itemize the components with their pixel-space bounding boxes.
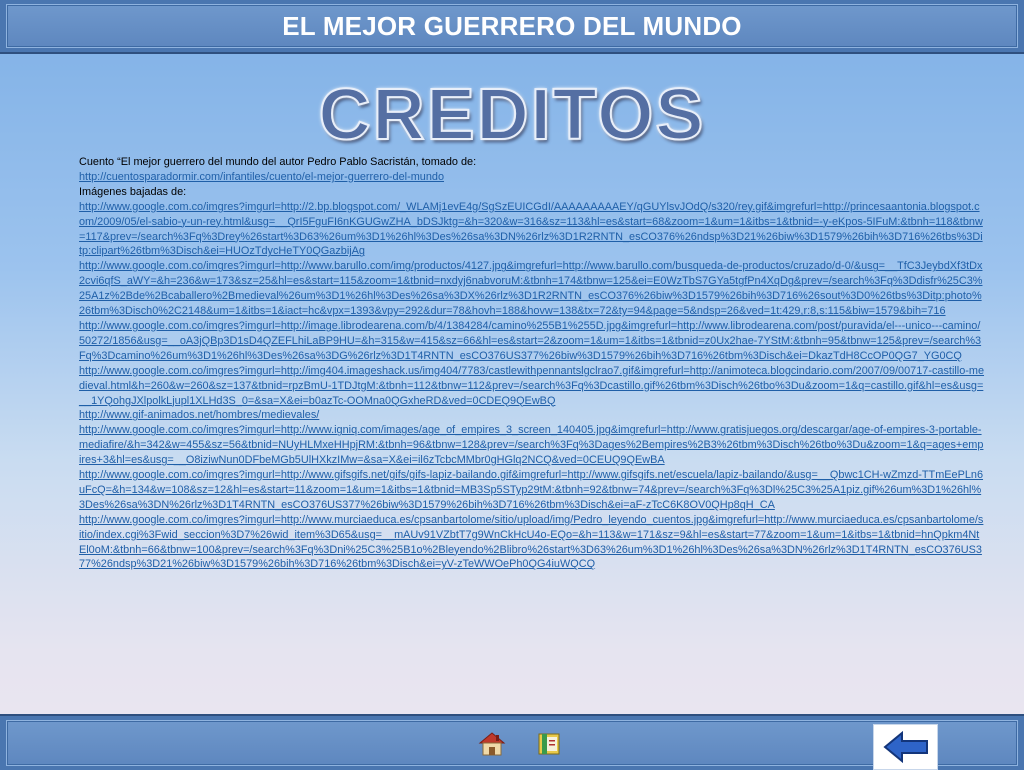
credits-content: Cuento “El mejor guerrero del mundo del … bbox=[79, 155, 985, 572]
image-link[interactable]: http://www.google.com.co/imgres?imgurl=h… bbox=[79, 259, 985, 319]
header-panel: EL MEJOR GUERRERO DEL MUNDO bbox=[6, 4, 1018, 48]
footer-panel bbox=[6, 720, 1018, 770]
image-link[interactable]: http://www.google.com.co/imgres?imgurl=h… bbox=[79, 364, 985, 409]
image-link[interactable]: http://www.google.com.co/imgres?imgurl=h… bbox=[79, 468, 985, 513]
book-icon[interactable] bbox=[535, 729, 565, 759]
back-arrow-icon bbox=[882, 730, 928, 764]
source-link[interactable]: http://cuentosparadormir.com/infantiles/… bbox=[79, 170, 985, 185]
back-button[interactable] bbox=[873, 724, 938, 770]
image-link[interactable]: http://www.google.com.co/imgres?imgurl=h… bbox=[79, 319, 985, 364]
image-link[interactable]: http://www.google.com.co/imgres?imgurl=h… bbox=[79, 200, 985, 260]
slide-title: CREDITOS bbox=[318, 74, 706, 156]
header-bar: EL MEJOR GUERRERO DEL MUNDO bbox=[0, 0, 1024, 54]
home-icon[interactable] bbox=[477, 729, 507, 759]
image-link[interactable]: http://www.google.com.co/imgres?imgurl=h… bbox=[79, 423, 985, 468]
intro-text: Cuento “El mejor guerrero del mundo del … bbox=[79, 156, 477, 168]
image-link[interactable]: http://www.gif-animados.net/hombres/medi… bbox=[79, 408, 985, 423]
image-link[interactable]: http://www.google.com.co/imgres?imgurl=h… bbox=[79, 513, 985, 573]
header-title: EL MEJOR GUERRERO DEL MUNDO bbox=[282, 11, 742, 41]
images-label: Imágenes bajadas de: bbox=[79, 185, 187, 198]
footer-bar bbox=[0, 714, 1024, 770]
